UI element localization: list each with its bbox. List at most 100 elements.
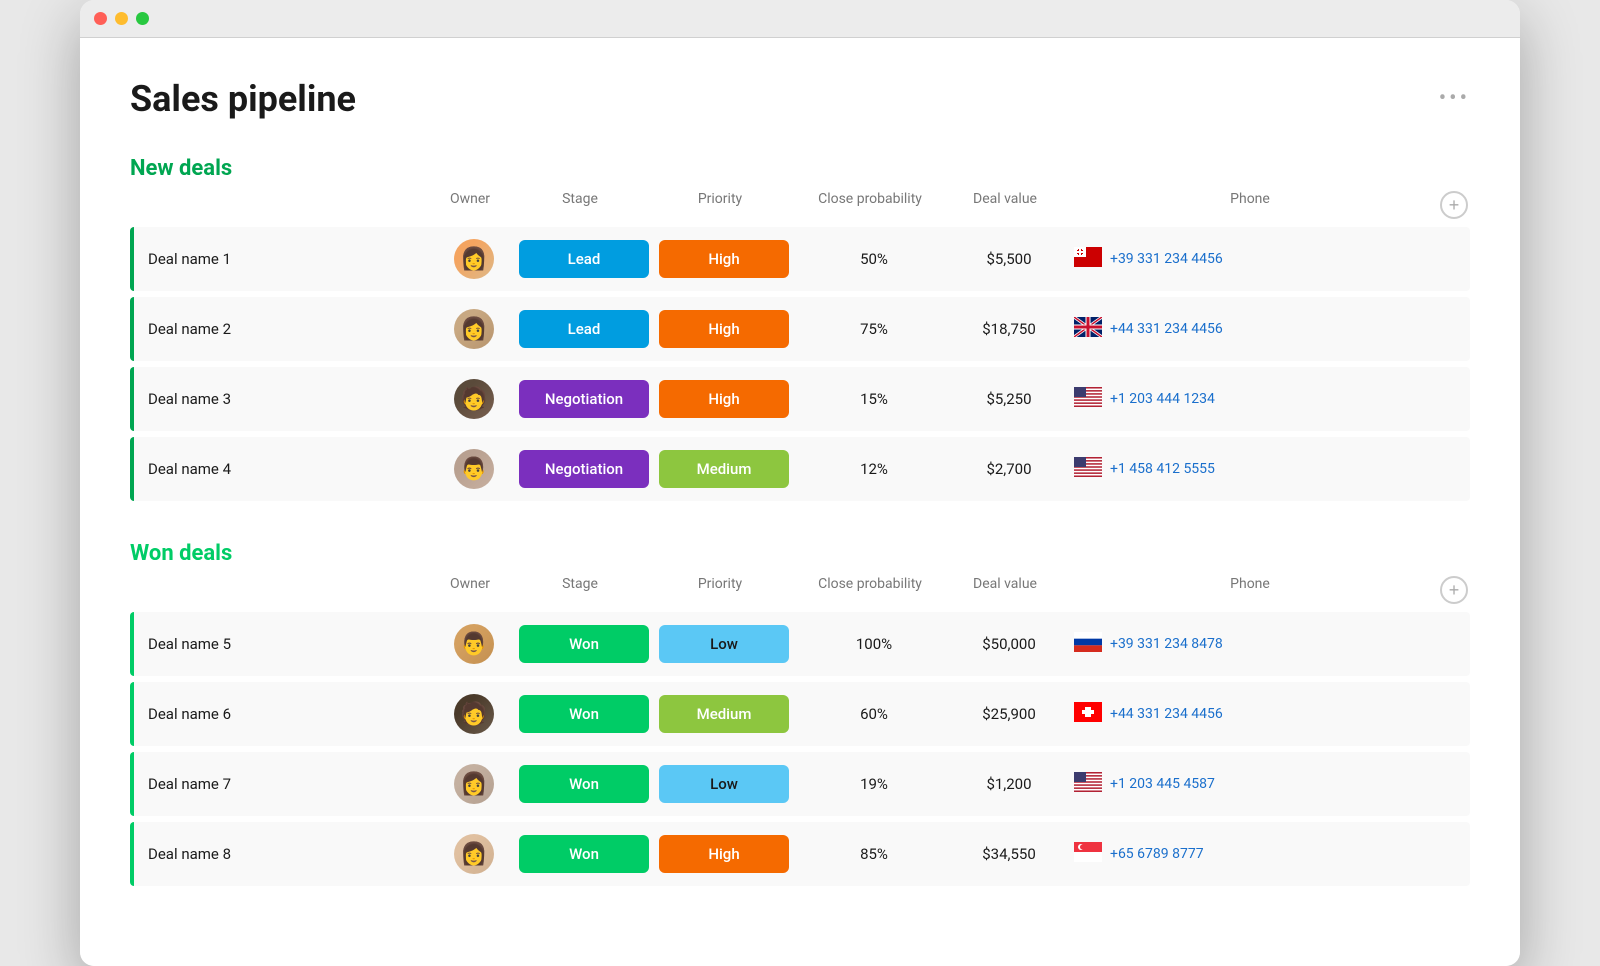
deal-name: Deal name 4 <box>134 460 434 478</box>
stage-cell: Won <box>514 695 654 733</box>
stage-badge: Lead <box>519 240 649 278</box>
priority-badge: Medium <box>659 450 789 488</box>
stage-cell: Won <box>514 625 654 663</box>
deal-name: Deal name 8 <box>134 845 434 863</box>
stage-badge: Won <box>519 765 649 803</box>
deal-value: $50,000 <box>954 635 1064 653</box>
phone-cell: +1 458 412 5555 <box>1064 457 1470 481</box>
minimize-button[interactable] <box>115 12 128 25</box>
phone-number[interactable]: +1 458 412 5555 <box>1110 461 1215 477</box>
owner-cell: 🧑 <box>434 694 514 734</box>
stage-cell: Negotiation <box>514 380 654 418</box>
col-header-name <box>130 191 430 219</box>
close-probability: 85% <box>794 845 954 863</box>
avatar: 👨 <box>454 449 494 489</box>
new-deals-title: New deals <box>130 156 232 181</box>
owner-cell: 👩 <box>434 764 514 804</box>
stage-cell: Won <box>514 765 654 803</box>
priority-badge: Low <box>659 625 789 663</box>
avatar: 👩 <box>454 834 494 874</box>
owner-cell: 🧑 <box>434 379 514 419</box>
deal-value: $34,550 <box>954 845 1064 863</box>
owner-cell: 👨 <box>434 624 514 664</box>
priority-badge: High <box>659 310 789 348</box>
stage-cell: Lead <box>514 240 654 278</box>
add-new-deal-button[interactable]: + <box>1440 191 1468 219</box>
flag-icon <box>1074 702 1102 726</box>
close-button[interactable] <box>94 12 107 25</box>
more-options-icon[interactable]: ••• <box>1439 86 1470 111</box>
phone-number[interactable]: +65 6789 8777 <box>1110 846 1204 862</box>
stage-badge: Won <box>519 625 649 663</box>
new-deals-section: New deals Owner Stage Priority Close pro… <box>130 156 1470 501</box>
phone-number[interactable]: +1 203 444 1234 <box>1110 391 1215 407</box>
phone-number[interactable]: +44 331 234 4456 <box>1110 706 1223 722</box>
flag-icon <box>1074 457 1102 481</box>
close-probability: 50% <box>794 250 954 268</box>
col-header-deal-value: Deal value <box>950 191 1060 219</box>
new-deals-table: Owner Stage Priority Close probability D… <box>130 191 1470 501</box>
phone-cell: +39 331 234 8478 <box>1064 632 1470 656</box>
table-row[interactable]: Deal name 7 👩 Won Low 19% $1,200 +1 <box>130 752 1470 816</box>
page-title: Sales pipeline <box>130 78 356 120</box>
priority-badge: Low <box>659 765 789 803</box>
flag-icon <box>1074 247 1102 271</box>
close-probability: 100% <box>794 635 954 653</box>
stage-cell: Negotiation <box>514 450 654 488</box>
main-content: Sales pipeline ••• New deals Owner Stage… <box>80 38 1520 966</box>
phone-number[interactable]: +39 331 234 4456 <box>1110 251 1223 267</box>
priority-cell: High <box>654 240 794 278</box>
close-probability: 12% <box>794 460 954 478</box>
table-row[interactable]: Deal name 8 👩 Won High 85% $34,550 +65 6… <box>130 822 1470 886</box>
phone-cell: +1 203 445 4587 <box>1064 772 1470 796</box>
won-deals-rows: Deal name 5 👨 Won Low 100% $50,000 +39 3… <box>130 612 1470 886</box>
owner-cell: 👩 <box>434 239 514 279</box>
table-row[interactable]: Deal name 5 👨 Won Low 100% $50,000 +39 3… <box>130 612 1470 676</box>
add-won-deal-button[interactable]: + <box>1440 576 1468 604</box>
avatar: 🧑 <box>454 694 494 734</box>
new-deals-col-headers: Owner Stage Priority Close probability D… <box>130 191 1470 227</box>
table-row[interactable]: Deal name 3 🧑 Negotiation High 15% $5,25… <box>130 367 1470 431</box>
deal-name: Deal name 5 <box>134 635 434 653</box>
stage-cell: Lead <box>514 310 654 348</box>
phone-number[interactable]: +44 331 234 4456 <box>1110 321 1223 337</box>
col-header-stage: Stage <box>510 191 650 219</box>
flag-icon <box>1074 842 1102 866</box>
priority-cell: High <box>654 835 794 873</box>
table-row[interactable]: Deal name 6 🧑 Won Medium 60% $25,900 +44… <box>130 682 1470 746</box>
col-header-stage-won: Stage <box>510 576 650 604</box>
app-window: Sales pipeline ••• New deals Owner Stage… <box>80 0 1520 966</box>
table-row[interactable]: Deal name 2 👩 Lead High 75% $18,750 <box>130 297 1470 361</box>
deal-value: $2,700 <box>954 460 1064 478</box>
stage-badge: Won <box>519 835 649 873</box>
close-probability: 75% <box>794 320 954 338</box>
priority-cell: High <box>654 310 794 348</box>
maximize-button[interactable] <box>136 12 149 25</box>
priority-cell: High <box>654 380 794 418</box>
col-header-close-prob-won: Close probability <box>790 576 950 604</box>
owner-cell: 👩 <box>434 834 514 874</box>
priority-badge: High <box>659 380 789 418</box>
col-header-phone: Phone <box>1060 191 1440 219</box>
table-row[interactable]: Deal name 1 👩 Lead High 50% $5,500 +39 3… <box>130 227 1470 291</box>
col-header-phone-won: Phone <box>1060 576 1440 604</box>
col-header-priority-won: Priority <box>650 576 790 604</box>
close-probability: 60% <box>794 705 954 723</box>
priority-badge: High <box>659 240 789 278</box>
phone-number[interactable]: +39 331 234 8478 <box>1110 636 1223 652</box>
phone-cell: +1 203 444 1234 <box>1064 387 1470 411</box>
won-deals-header: Won deals <box>130 541 1470 566</box>
priority-cell: Medium <box>654 695 794 733</box>
col-header-owner: Owner <box>430 191 510 219</box>
phone-cell: +39 331 234 4456 <box>1064 247 1470 271</box>
phone-number[interactable]: +1 203 445 4587 <box>1110 776 1215 792</box>
avatar: 👨 <box>454 624 494 664</box>
won-deals-title: Won deals <box>130 541 232 566</box>
table-row[interactable]: Deal name 4 👨 Negotiation Medium 12% $2,… <box>130 437 1470 501</box>
flag-icon <box>1074 387 1102 411</box>
priority-badge: Medium <box>659 695 789 733</box>
won-deals-col-headers: Owner Stage Priority Close probability D… <box>130 576 1470 612</box>
deal-value: $5,500 <box>954 250 1064 268</box>
titlebar <box>80 0 1520 38</box>
deal-value: $1,200 <box>954 775 1064 793</box>
